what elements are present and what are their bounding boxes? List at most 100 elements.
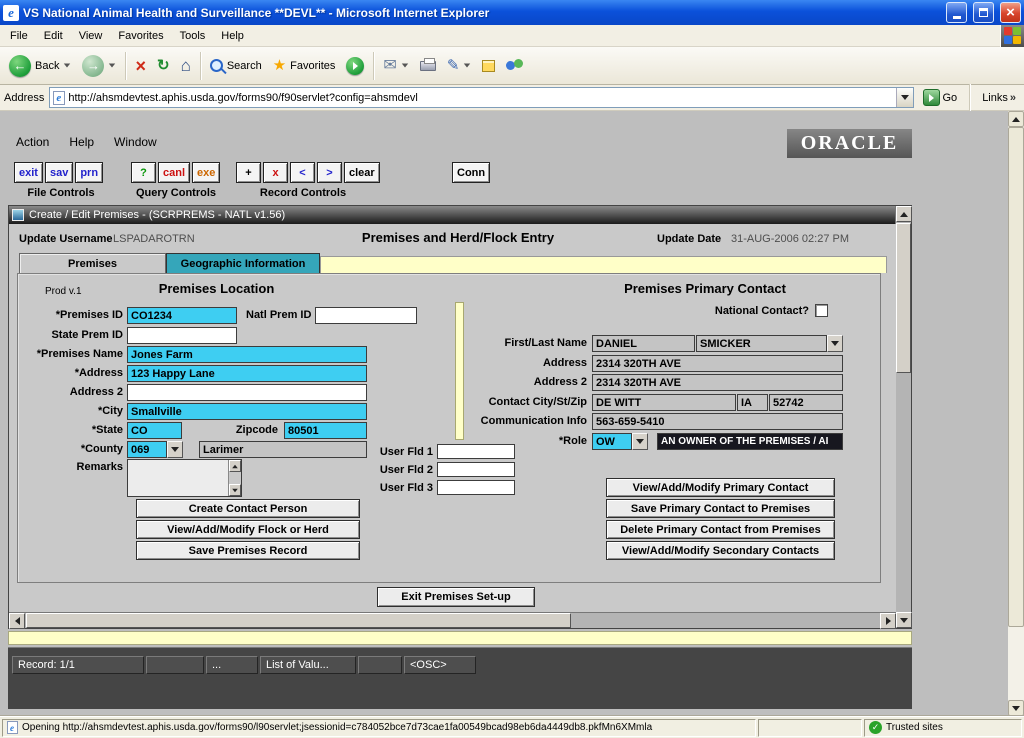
page-scroll-down-button[interactable] xyxy=(1008,700,1024,716)
view-add-modify-secondary-contacts-button[interactable]: View/Add/Modify Secondary Contacts xyxy=(606,541,835,560)
vertical-scrollbar[interactable] xyxy=(895,206,911,628)
remarks-scroll-up-button[interactable] xyxy=(229,460,241,472)
address-dropdown-button[interactable] xyxy=(896,88,913,107)
cancel-query-button[interactable]: canl xyxy=(158,162,190,183)
city-field[interactable] xyxy=(127,403,367,420)
exit-button[interactable]: exit xyxy=(14,162,43,183)
media-button[interactable] xyxy=(341,50,369,82)
mail-button[interactable] xyxy=(378,50,413,82)
back-button[interactable]: Back xyxy=(4,50,76,82)
menu-help-applet[interactable]: Help xyxy=(69,135,94,149)
address-input[interactable] xyxy=(68,89,895,106)
address-field[interactable] xyxy=(127,365,367,382)
create-contact-person-button[interactable]: Create Contact Person xyxy=(136,499,360,518)
county-code-field[interactable] xyxy=(127,441,167,458)
favorites-button[interactable]: Favorites xyxy=(268,50,341,82)
scroll-up-button[interactable] xyxy=(896,206,912,222)
zipcode-field[interactable] xyxy=(284,422,367,439)
delete-primary-contact-from-premises-button[interactable]: Delete Primary Contact from Premises xyxy=(606,520,835,539)
forms-window-titlebar[interactable]: Create / Edit Premises - (SCRPREMS - NAT… xyxy=(9,206,896,224)
page-scroll-up-button[interactable] xyxy=(1008,111,1024,127)
page-scrollbar-thumb[interactable] xyxy=(1008,127,1024,627)
page-scrollbar[interactable] xyxy=(1008,111,1024,716)
add-record-button[interactable]: + xyxy=(236,162,261,183)
forward-dropdown-icon[interactable] xyxy=(109,64,115,68)
minimize-button[interactable] xyxy=(946,2,967,23)
role-dropdown-button[interactable] xyxy=(632,433,648,450)
premises-id-field[interactable] xyxy=(127,307,237,324)
horizontal-scrollbar[interactable] xyxy=(9,612,896,628)
print-button[interactable] xyxy=(415,50,441,82)
horizontal-scrollbar-thumb[interactable] xyxy=(26,613,571,628)
clear-record-button[interactable]: clear xyxy=(344,162,380,183)
view-add-modify-flock-or-herd-button[interactable]: View/Add/Modify Flock or Herd xyxy=(136,520,360,539)
exit-premises-setup-button[interactable]: Exit Premises Set-up xyxy=(377,587,535,607)
save-primary-contact-to-premises-button[interactable]: Save Primary Contact to Premises xyxy=(606,499,835,518)
view-add-modify-primary-contact-button[interactable]: View/Add/Modify Primary Contact xyxy=(606,478,835,497)
home-button[interactable] xyxy=(176,50,196,82)
go-button[interactable]: Go xyxy=(919,89,962,106)
national-contact-label: National Contact? xyxy=(649,305,809,317)
tab-premises[interactable]: Premises xyxy=(19,253,166,273)
national-contact-checkbox[interactable] xyxy=(815,304,828,317)
print-form-button[interactable]: prn xyxy=(75,162,103,183)
conn-button[interactable]: Conn xyxy=(452,162,490,183)
role-code-field[interactable] xyxy=(592,433,632,450)
refresh-button[interactable] xyxy=(152,50,175,82)
contact-first-name-field[interactable] xyxy=(592,335,695,352)
contact-city-field[interactable] xyxy=(592,394,736,411)
menu-window[interactable]: Window xyxy=(114,135,157,149)
natl-prem-id-field[interactable] xyxy=(315,307,417,324)
save-premises-record-button[interactable]: Save Premises Record xyxy=(136,541,360,560)
previous-record-button[interactable]: < xyxy=(290,162,315,183)
close-button[interactable] xyxy=(1000,2,1021,23)
county-name-field[interactable] xyxy=(199,441,367,458)
next-record-button[interactable]: > xyxy=(317,162,342,183)
contact-address2-field[interactable] xyxy=(592,374,843,391)
county-dropdown-button[interactable] xyxy=(167,441,183,458)
contact-state-field[interactable] xyxy=(737,394,768,411)
tab-geographic-information[interactable]: Geographic Information xyxy=(166,253,320,273)
query-help-button[interactable]: ? xyxy=(131,162,156,183)
discuss-button[interactable] xyxy=(477,50,500,82)
edit-dropdown-icon[interactable] xyxy=(464,64,470,68)
remarks-field[interactable] xyxy=(127,459,242,497)
user-fld-2-field[interactable] xyxy=(437,462,515,477)
mail-dropdown-icon[interactable] xyxy=(402,64,408,68)
vertical-scrollbar-thumb[interactable] xyxy=(896,223,911,373)
remarks-scrollbar[interactable] xyxy=(228,460,241,496)
contact-zip-field[interactable] xyxy=(769,394,843,411)
user-fld-3-field[interactable] xyxy=(437,480,515,495)
forward-button[interactable] xyxy=(77,50,121,82)
communication-info-field[interactable] xyxy=(592,413,843,430)
contact-name-dropdown-button[interactable] xyxy=(827,335,843,352)
menu-view[interactable]: View xyxy=(71,27,111,45)
state-prem-id-field[interactable] xyxy=(127,327,237,344)
menu-edit[interactable]: Edit xyxy=(36,27,71,45)
menu-tools[interactable]: Tools xyxy=(172,27,214,45)
links-button[interactable]: Links xyxy=(978,92,1020,104)
messenger-button[interactable] xyxy=(501,50,528,82)
remarks-scroll-down-button[interactable] xyxy=(229,484,241,496)
menu-help[interactable]: Help xyxy=(213,27,252,45)
contact-address-field[interactable] xyxy=(592,355,843,372)
save-button[interactable]: sav xyxy=(45,162,73,183)
menu-favorites[interactable]: Favorites xyxy=(110,27,171,45)
address2-field[interactable] xyxy=(127,384,367,401)
premises-name-field[interactable] xyxy=(127,346,367,363)
role-description-field[interactable] xyxy=(657,433,843,450)
stop-button[interactable] xyxy=(130,50,151,82)
search-button[interactable]: Search xyxy=(205,50,267,82)
execute-query-button[interactable]: exe xyxy=(192,162,220,183)
scroll-down-button[interactable] xyxy=(896,612,912,628)
menu-file[interactable]: File xyxy=(2,27,36,45)
scroll-left-button[interactable] xyxy=(9,613,25,629)
maximize-button[interactable] xyxy=(973,2,994,23)
scroll-right-button[interactable] xyxy=(880,613,896,629)
delete-record-button[interactable]: x xyxy=(263,162,288,183)
back-dropdown-icon[interactable] xyxy=(64,64,70,68)
menu-action[interactable]: Action xyxy=(16,135,49,149)
state-field[interactable] xyxy=(127,422,182,439)
contact-last-name-field[interactable] xyxy=(696,335,827,352)
edit-button[interactable] xyxy=(442,50,477,82)
